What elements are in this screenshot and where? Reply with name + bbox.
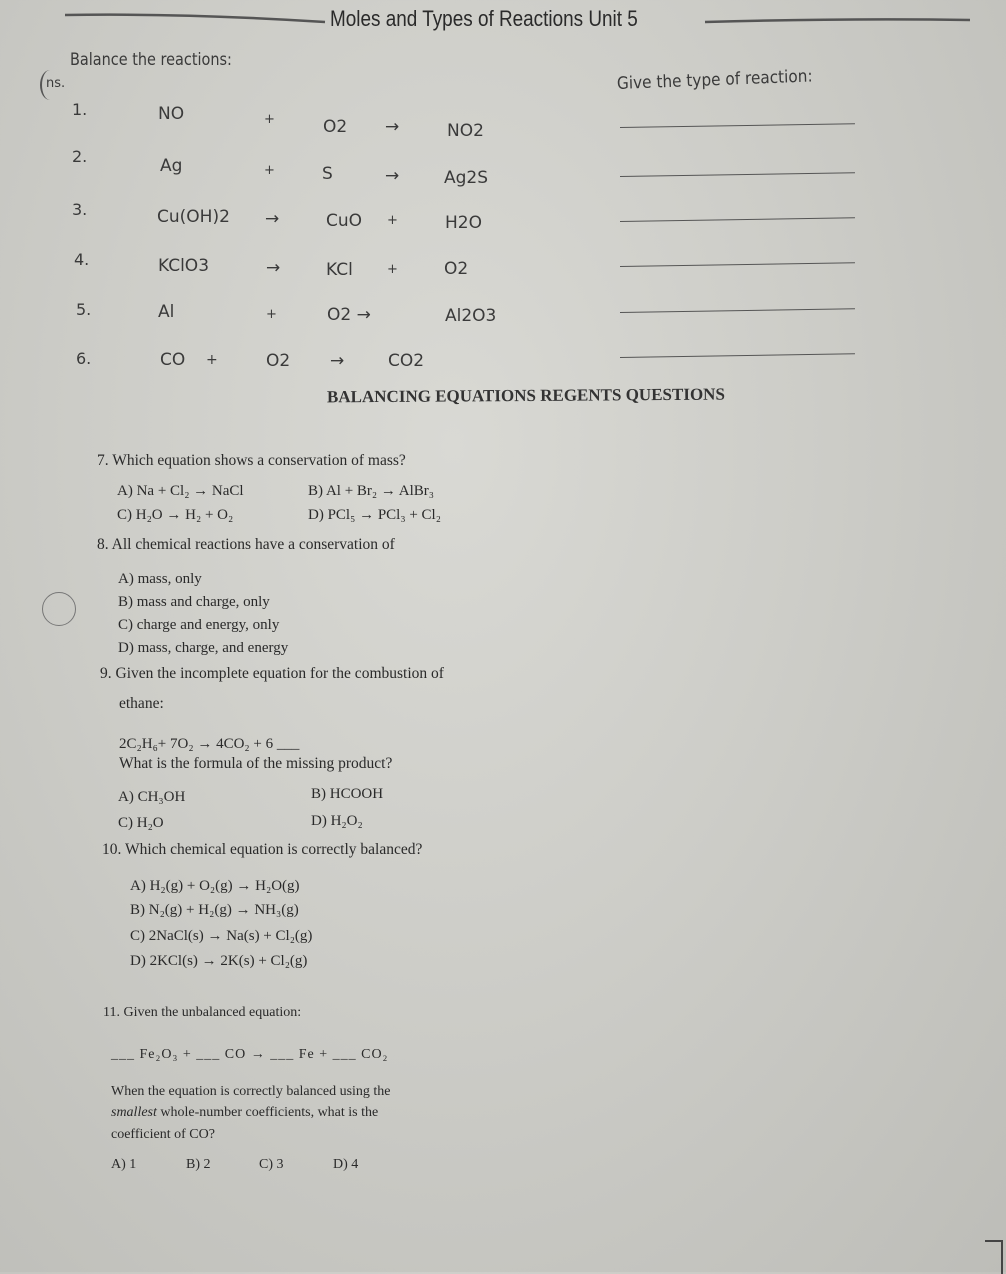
- reactant: O2: [323, 117, 348, 137]
- plus-sign: +: [266, 307, 277, 322]
- option-letter: A): [117, 483, 133, 499]
- option-letter: B): [308, 483, 323, 499]
- option-b[interactable]: B) 2: [186, 1157, 211, 1173]
- unbalanced-equation: ___ Fe₂O₃ + ___ CO → ___ Fe + ___ CO₂: [111, 1047, 389, 1062]
- page-title: Moles and Types of Reactions Unit 5: [330, 6, 638, 31]
- reaction-number: 3.: [72, 200, 88, 219]
- option-equation: Na + Cl₂ → NaCl: [136, 483, 244, 499]
- question-stem: 10. Which chemical equation is correctly…: [102, 841, 423, 858]
- reactant: Al: [158, 302, 175, 322]
- answer-line-6[interactable]: [619, 353, 855, 358]
- option-c[interactable]: C) H₂O: [118, 815, 164, 832]
- reactant: Ag: [160, 156, 183, 176]
- product: CuO: [326, 211, 363, 231]
- plus-sign: +: [206, 352, 218, 368]
- option-b[interactable]: B) Al + Br₂ → AlBr₃: [308, 483, 434, 500]
- option-equation: PCl₅ → PCl₃ + Cl₂: [327, 507, 441, 523]
- reactant: Cu(OH)2: [157, 207, 230, 227]
- option-d[interactable]: D) 4: [333, 1157, 358, 1173]
- arrow: →: [265, 209, 280, 229]
- option-b[interactable]: B) mass and charge, only: [118, 594, 270, 611]
- option-c[interactable]: C) H₂O → H₂ + O₂: [117, 507, 233, 524]
- answer-line-3[interactable]: [619, 217, 855, 222]
- option-equation: Al + Br₂ → AlBr₃: [325, 483, 435, 499]
- question-stem: 7. Which equation shows a conservation o…: [97, 452, 406, 469]
- plus-sign: +: [387, 262, 398, 277]
- type-prompt: Give the type of reaction:: [616, 66, 813, 94]
- reactant: KClO3: [158, 256, 210, 276]
- option-d[interactable]: D) H₂O₂: [311, 813, 363, 830]
- reactant: O2: [266, 351, 291, 371]
- option-c[interactable]: C) charge and energy, only: [118, 617, 279, 634]
- option-d[interactable]: D) mass, charge, and energy: [118, 640, 288, 657]
- balance-instruction: Balance the reactions:: [70, 50, 232, 70]
- product: Ag2S: [444, 168, 489, 188]
- product: KCl: [326, 260, 353, 280]
- product: CO2: [388, 351, 425, 371]
- arrow: →: [330, 351, 345, 371]
- reactant: S: [322, 164, 333, 184]
- margin-note: ns.: [46, 76, 66, 91]
- plus-sign: +: [264, 112, 275, 127]
- arrow: →: [385, 117, 400, 137]
- option-a[interactable]: A) 1: [111, 1157, 136, 1173]
- option-b[interactable]: B) N₂(g) + H₂(g) → NH₃(g): [130, 902, 299, 919]
- option-a[interactable]: A) H₂(g) + O₂(g) → H₂O(g): [130, 878, 300, 895]
- text: whole-number coefficients, what is the: [156, 1105, 379, 1120]
- answer-line-4[interactable]: [619, 262, 855, 267]
- hand-drawn-circle: [42, 592, 76, 626]
- option-letter: D): [308, 507, 324, 523]
- section-heading: BALANCING EQUATIONS REGENTS QUESTIONS: [326, 384, 725, 407]
- reactant: CO: [160, 350, 186, 370]
- reaction-number: 6.: [76, 349, 92, 368]
- question-text-line-1: When the equation is correctly balanced …: [111, 1084, 391, 1099]
- option-d[interactable]: D) PCl₅ → PCl₃ + Cl₂: [308, 507, 441, 524]
- option-b[interactable]: B) HCOOH: [311, 786, 383, 803]
- option-letter: C): [117, 507, 132, 523]
- answer-line-1[interactable]: [619, 123, 855, 128]
- option-c[interactable]: C) 2NaCl(s) → Na(s) + Cl₂(g): [130, 928, 312, 945]
- answer-line-2[interactable]: [619, 172, 855, 177]
- question-stem-cont: ethane:: [119, 695, 164, 712]
- reactant-arrow: O2 →: [327, 305, 371, 325]
- answer-line-5[interactable]: [619, 308, 855, 313]
- question-prompt: What is the formula of the missing produ…: [119, 755, 393, 772]
- plus-sign: +: [387, 213, 398, 228]
- question-stem: 8. All chemical reactions have a conserv…: [97, 536, 395, 553]
- arrow: →: [385, 166, 400, 186]
- question-stem: 11. Given the unbalanced equation:: [103, 1005, 302, 1020]
- plus-sign: +: [264, 163, 275, 178]
- reaction-number: 1.: [72, 100, 88, 119]
- reaction-number: 2.: [72, 147, 88, 166]
- option-d[interactable]: D) 2KCl(s) → 2K(s) + Cl₂(g): [130, 953, 307, 970]
- question-text-line-3: coefficient of CO?: [111, 1127, 215, 1142]
- emphasis-word: smallest: [111, 1105, 157, 1120]
- product: NO2: [447, 121, 484, 141]
- option-c[interactable]: C) 3: [259, 1157, 284, 1173]
- option-a[interactable]: A) mass, only: [118, 571, 202, 588]
- product: O2: [444, 259, 469, 279]
- reaction-number: 5.: [76, 300, 92, 319]
- page-corner-mark: [985, 1240, 1003, 1274]
- reaction-number: 4.: [74, 250, 90, 269]
- reactant: NO: [158, 104, 185, 124]
- question-text-line-2: smallest whole-number coefficients, what…: [111, 1105, 378, 1121]
- option-equation: H₂O → H₂ + O₂: [135, 507, 234, 523]
- question-stem: 9. Given the incomplete equation for the…: [100, 665, 444, 682]
- product: H2O: [445, 213, 482, 233]
- option-a[interactable]: A) CH₃OH: [118, 789, 185, 806]
- incomplete-equation: 2C₂H₆+ 7O₂ → 4CO₂ + 6 ___: [119, 736, 300, 752]
- option-a[interactable]: A) Na + Cl₂ → NaCl: [117, 483, 244, 500]
- arrow: →: [266, 258, 281, 278]
- product: Al2O3: [445, 306, 497, 326]
